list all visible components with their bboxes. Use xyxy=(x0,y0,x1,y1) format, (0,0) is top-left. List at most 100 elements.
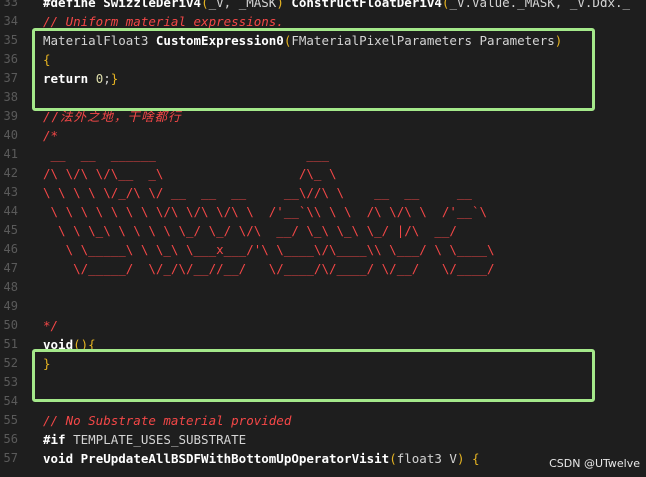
code-token: FMaterialPixelParameters Parameters xyxy=(291,33,555,48)
code-token: // Uniform material expressions. xyxy=(43,14,284,29)
line-number: 56 xyxy=(3,432,18,446)
code-line[interactable]: 43 \ \ \ \ \/_/\ \/ __ __ __ __\//\ \ __ … xyxy=(0,183,646,202)
code-line[interactable]: 39 //法外之地，干啥都行 xyxy=(0,107,646,126)
line-code: // Uniform material expressions. xyxy=(43,12,284,31)
code-line[interactable]: 37 return 0;} xyxy=(0,69,646,88)
code-line[interactable]: 46 \ \_____\ \ \_\ \___x___/'\ \____\/\_… xyxy=(0,240,646,259)
code-line[interactable]: 51 void(){ xyxy=(0,335,646,354)
line-code: */ xyxy=(43,316,58,335)
code-token: float3 V xyxy=(396,451,457,466)
code-line[interactable]: 42 /\ \/\ \/\__ _\ /\_ \ xyxy=(0,164,646,183)
code-token: #if xyxy=(43,432,74,447)
line-number: 41 xyxy=(3,147,18,161)
line-code: MaterialFloat3 CustomExpression0(FMateri… xyxy=(43,31,562,50)
line-code: \ \ \ \ \ \ \ \/\ \/\ \/\ \ /'__`\\ \ \ … xyxy=(43,202,488,221)
code-line[interactable]: 34 // Uniform material expressions. xyxy=(0,12,646,31)
code-token: { xyxy=(464,451,480,466)
line-code: /* xyxy=(43,126,58,145)
line-number: 52 xyxy=(3,356,18,370)
line-code: return 0;} xyxy=(43,69,118,88)
code-line[interactable]: 35 MaterialFloat3 CustomExpression0(FMate… xyxy=(0,31,646,50)
code-editor[interactable]: 33 #define SwizzleDeriv4(_V, _MASK) Const… xyxy=(0,0,646,468)
code-token: CustomExpression0 xyxy=(155,33,284,48)
line-number: 43 xyxy=(3,185,18,199)
code-token: _V, _MASK xyxy=(208,0,277,10)
code-line[interactable]: 47 \/_____/ \/_/\/__//__/ \/____/\/____/… xyxy=(0,259,646,278)
line-code: void(){ xyxy=(43,335,96,354)
code-token: ( xyxy=(389,451,397,466)
code-token: \ \ \ \ \ \ \ \/\ \/\ \/\ \ /'__`\\ \ \ … xyxy=(43,204,488,219)
line-code: #define SwizzleDeriv4(_V, _MASK) Constru… xyxy=(43,0,630,12)
code-line[interactable]: 50 */ xyxy=(0,316,646,335)
code-token: ( xyxy=(201,0,209,10)
code-line[interactable]: 41 __ __ ______ ___ xyxy=(0,145,646,164)
code-line[interactable]: 52} xyxy=(0,354,646,373)
watermark-text: CSDN @UTwelve xyxy=(549,457,640,470)
line-code: } xyxy=(43,354,51,373)
line-number: 55 xyxy=(3,413,18,427)
code-line[interactable]: 55 // No Substrate material provided xyxy=(0,411,646,430)
line-code: void PreUpdateAllBSDFWithBottomUpOperato… xyxy=(43,449,480,468)
line-number: 42 xyxy=(3,166,18,180)
line-code: #if TEMPLATE_USES_SUBSTRATE xyxy=(43,430,246,449)
line-number: 45 xyxy=(3,223,18,237)
line-code: // No Substrate material provided xyxy=(43,411,291,430)
code-line[interactable]: 54 xyxy=(0,392,646,411)
code-token: */ xyxy=(43,318,59,333)
line-number: 53 xyxy=(3,375,18,389)
code-token: _V.Value._MASK, _V.Ddx._ xyxy=(449,0,631,10)
code-token: ) xyxy=(554,33,563,48)
code-token: __ __ ______ ___ xyxy=(43,147,329,162)
code-line[interactable]: 38 xyxy=(0,88,646,107)
code-token: \ \_____\ \ \_\ \___x___/'\ \____\/\____… xyxy=(43,242,495,257)
line-number: 33 xyxy=(3,0,18,9)
line-number: 48 xyxy=(3,280,18,294)
code-token: #define xyxy=(43,0,104,10)
line-number: 34 xyxy=(3,14,18,28)
line-number: 40 xyxy=(3,128,18,142)
line-code: //法外之地，干啥都行 xyxy=(43,107,182,126)
code-line[interactable]: 44 \ \ \ \ \ \ \ \/\ \/\ \/\ \ /'__`\\ \… xyxy=(0,202,646,221)
code-token: ) xyxy=(276,0,284,10)
line-number: 39 xyxy=(3,109,18,123)
code-line[interactable]: 36 { xyxy=(0,50,646,69)
code-token: ConstructFloatDeriv4 xyxy=(283,0,442,10)
code-token: void xyxy=(43,451,81,466)
code-token: { xyxy=(88,337,96,352)
code-token: () xyxy=(73,337,89,352)
code-token: \ \ \_\ \ \ \ \ \_/ \_/ \/\ __/ \_\ \_\ … xyxy=(43,223,457,238)
code-token: /* xyxy=(43,128,59,143)
line-number: 46 xyxy=(3,242,18,256)
code-line[interactable]: 56 #if TEMPLATE_USES_SUBSTRATE xyxy=(0,430,646,449)
code-token: ; xyxy=(103,71,111,86)
line-number: 36 xyxy=(3,52,18,66)
code-token: \/_____/ \/_/\/__//__/ \/____/\/____/ \/… xyxy=(43,261,495,276)
line-code: \ \ \ \ \/_/\ \/ __ __ __ __\//\ \ __ __… xyxy=(43,183,472,202)
code-token: //法外之地，干啥都行 xyxy=(43,109,182,124)
code-token: { xyxy=(43,52,51,67)
line-number: 51 xyxy=(3,337,18,351)
code-token: TEMPLATE_USES_SUBSTRATE xyxy=(73,432,247,447)
code-line[interactable]: 33 #define SwizzleDeriv4(_V, _MASK) Const… xyxy=(0,0,646,12)
line-number: 57 xyxy=(3,451,18,465)
line-number: 49 xyxy=(3,299,18,313)
line-number: 35 xyxy=(3,33,18,47)
code-line[interactable]: 45 \ \ \_\ \ \ \ \ \_/ \_/ \/\ __/ \_\ \… xyxy=(0,221,646,240)
line-number: 37 xyxy=(3,71,18,85)
line-code: \ \ \_\ \ \ \ \ \_/ \_/ \/\ __/ \_\ \_\ … xyxy=(43,221,457,240)
line-code: \ \_____\ \ \_\ \___x___/'\ \____\/\____… xyxy=(43,240,495,259)
code-token: void xyxy=(43,337,74,352)
code-line[interactable]: 40 /* xyxy=(0,126,646,145)
line-number: 50 xyxy=(3,318,18,332)
code-token: /\ \/\ \/\__ _\ /\_ \ xyxy=(43,166,337,181)
code-line[interactable]: 48 xyxy=(0,278,646,297)
code-line[interactable]: 49 xyxy=(0,297,646,316)
line-number: 38 xyxy=(3,90,18,104)
line-code: __ __ ______ ___ xyxy=(43,145,329,164)
code-token: } xyxy=(43,356,51,371)
code-line[interactable]: 53 xyxy=(0,373,646,392)
code-token: \ \ \ \ \/_/\ \/ __ __ __ __\//\ \ __ __… xyxy=(43,185,472,200)
line-code: \/_____/ \/_/\/__//__/ \/____/\/____/ \/… xyxy=(43,259,495,278)
line-code: /\ \/\ \/\__ _\ /\_ \ xyxy=(43,164,337,183)
code-token: } xyxy=(110,71,119,86)
